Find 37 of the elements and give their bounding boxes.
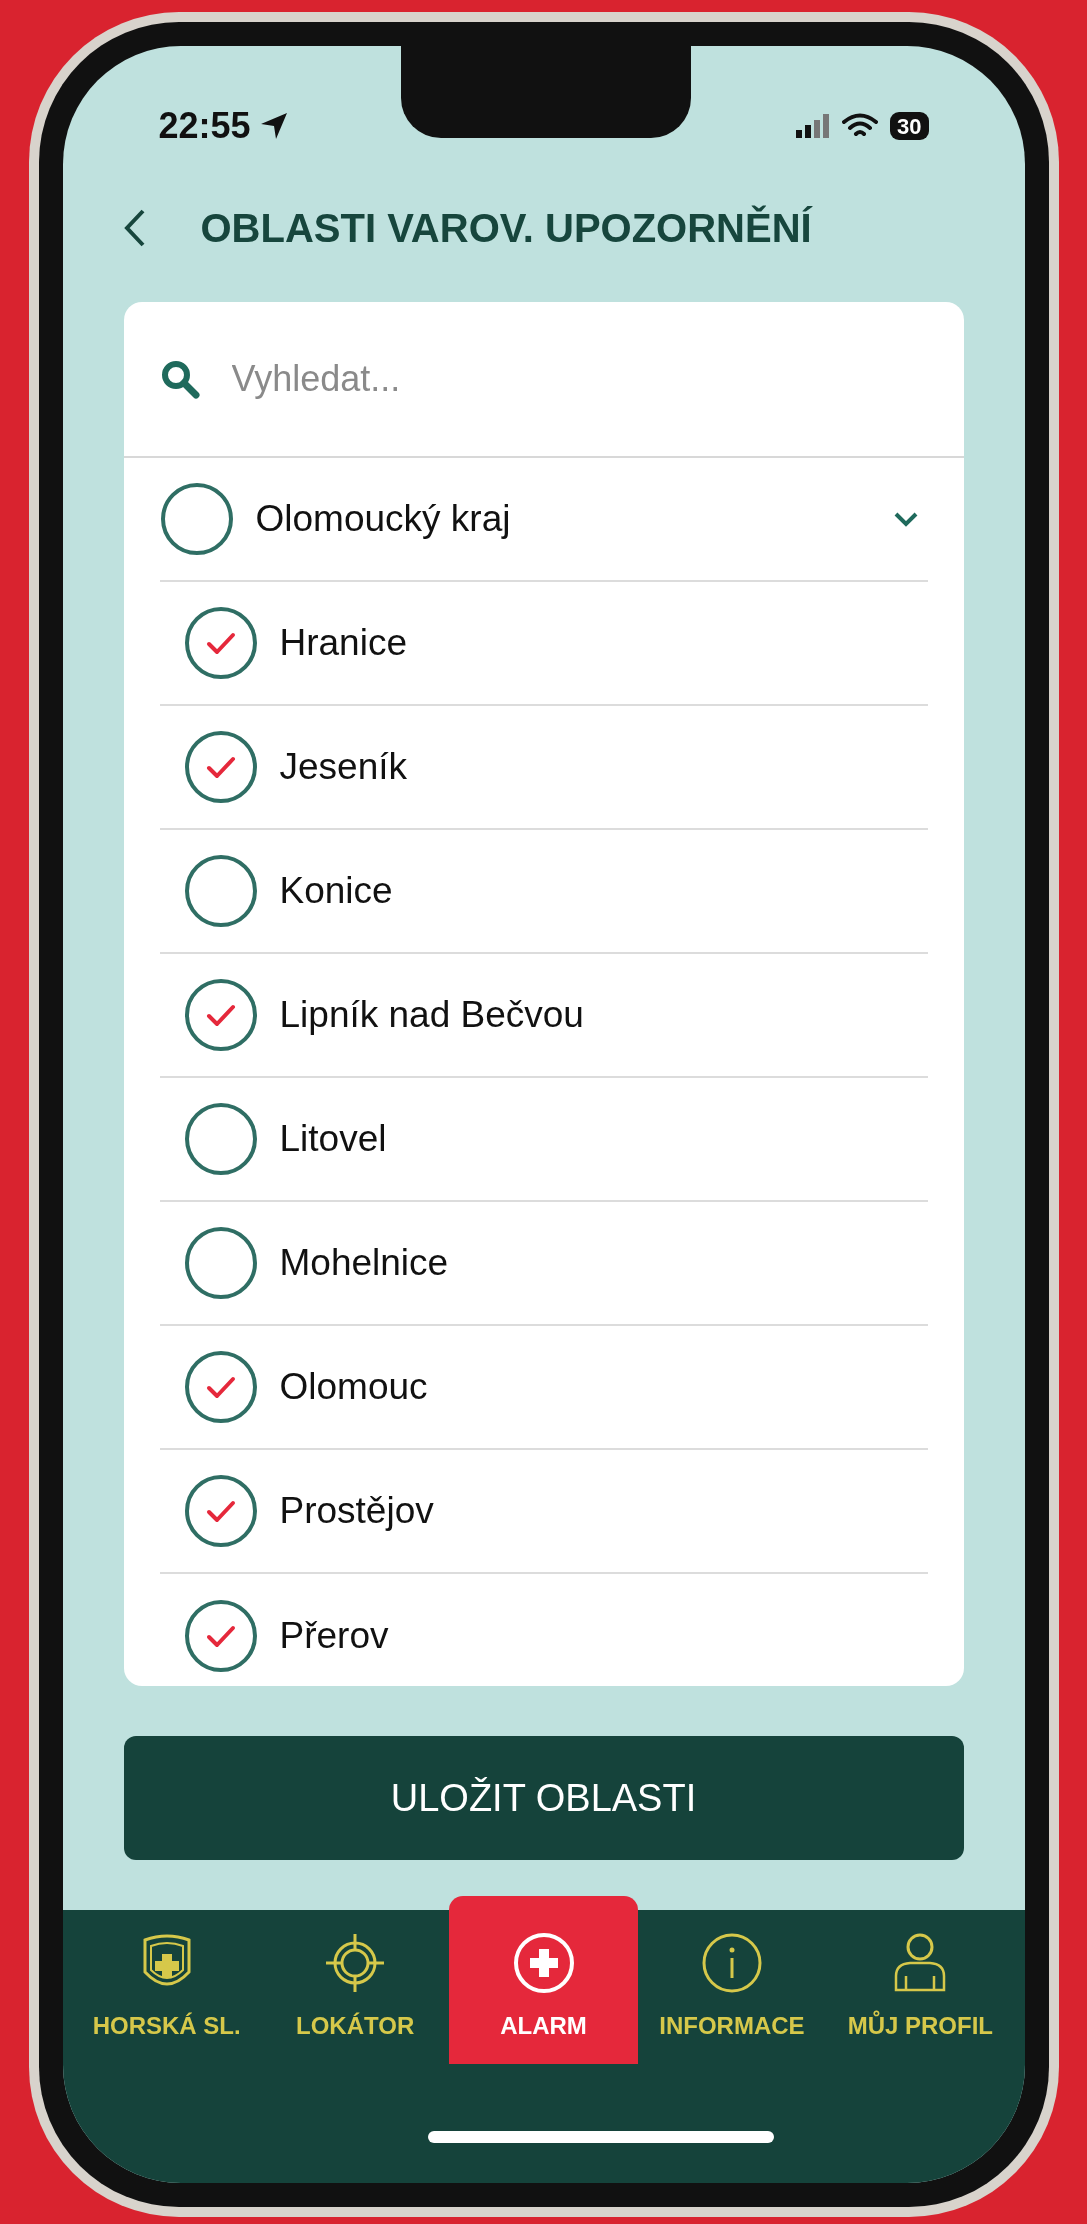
district-name[interactable]: Jeseník bbox=[279, 739, 407, 795]
district-name[interactable]: Mohelnice bbox=[279, 1235, 449, 1291]
unchecked-circle-icon[interactable] bbox=[159, 482, 234, 556]
signal-icon bbox=[796, 114, 830, 138]
nav-tab[interactable]: INFORMACE bbox=[637, 1910, 827, 2064]
battery-icon: 30 bbox=[890, 112, 929, 140]
district-name[interactable]: Lipník nad Bečvou bbox=[279, 987, 584, 1043]
save-areas-button[interactable]: ULOŽIT OBLASTI bbox=[123, 1736, 964, 1860]
back-icon[interactable] bbox=[122, 208, 147, 248]
unchecked-circle-icon[interactable] bbox=[183, 1102, 258, 1176]
search-field[interactable]: Vyhledat... bbox=[231, 352, 928, 406]
unchecked-circle-icon[interactable] bbox=[183, 854, 258, 928]
info-icon bbox=[700, 1932, 763, 1994]
district-name[interactable]: Olomouc bbox=[279, 1359, 428, 1415]
checked-circle-icon[interactable] bbox=[183, 606, 258, 680]
nav-tab[interactable]: ALARM bbox=[449, 1896, 638, 2064]
nav-tab[interactable]: MŮJ PROFIL bbox=[826, 1910, 1015, 2064]
wifi-icon bbox=[842, 113, 878, 139]
checked-circle-icon[interactable] bbox=[183, 1474, 258, 1548]
checked-circle-icon[interactable] bbox=[183, 730, 258, 804]
medical-cross-icon bbox=[512, 1932, 575, 1994]
district-name[interactable]: Litovel bbox=[279, 1111, 387, 1167]
region-name[interactable]: Olomoucký kraj bbox=[255, 491, 892, 547]
district-name[interactable]: Konice bbox=[279, 863, 393, 919]
nav-tab[interactable]: LOKÁTOR bbox=[260, 1910, 450, 2064]
checked-circle-icon[interactable] bbox=[183, 1599, 258, 1673]
district-name[interactable]: Hranice bbox=[279, 615, 407, 671]
district-name[interactable]: Prostějov bbox=[279, 1483, 434, 1539]
nav-tab[interactable]: HORSKÁ SL. bbox=[72, 1910, 261, 2064]
checked-circle-icon[interactable] bbox=[183, 1350, 258, 1424]
district-name[interactable]: Přerov bbox=[279, 1608, 389, 1664]
search-icon bbox=[159, 359, 200, 399]
status-time: 22:55 bbox=[158, 104, 251, 148]
page-title: OBLASTI VAROV. UPOZORNĚNÍ bbox=[200, 204, 812, 252]
crosshair-icon bbox=[324, 1932, 387, 1994]
checked-circle-icon[interactable] bbox=[183, 978, 258, 1052]
unchecked-circle-icon[interactable] bbox=[183, 1226, 258, 1300]
